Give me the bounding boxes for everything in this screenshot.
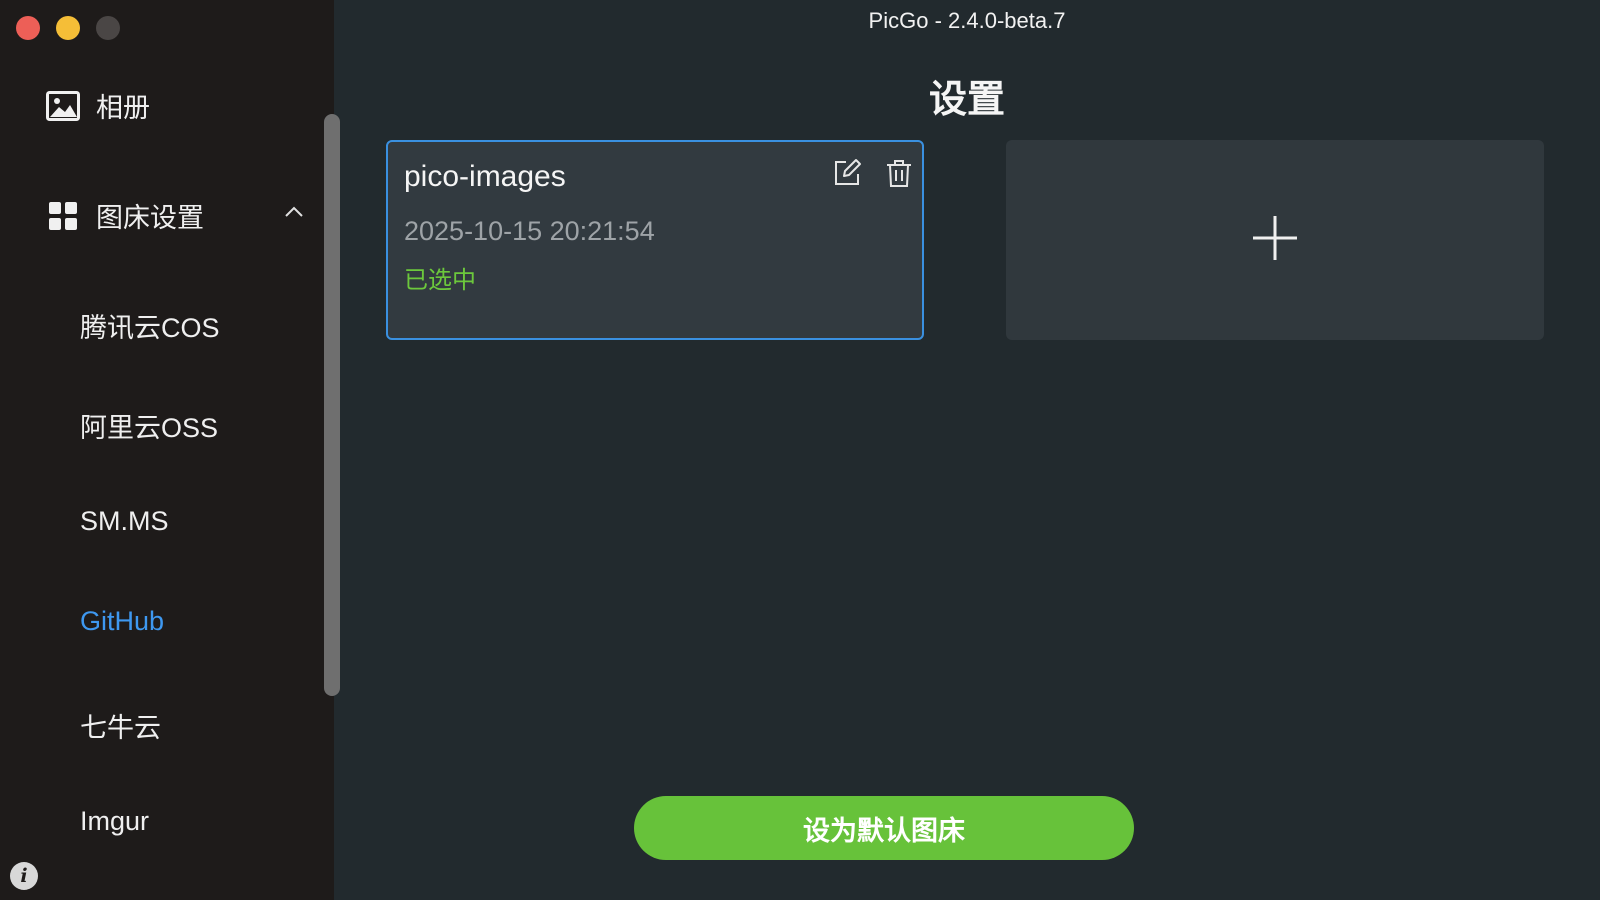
chevron-up-icon[interactable]	[282, 200, 306, 224]
window-maximize-button[interactable]	[96, 16, 120, 40]
config-card-date: 2025-10-15 20:21:54	[404, 216, 655, 246]
config-card-status: 已选中	[404, 266, 476, 294]
edit-icon[interactable]	[832, 158, 862, 188]
sidebar-scrollbar[interactable]	[324, 114, 340, 696]
nav-album-label: 相册	[96, 93, 150, 124]
trash-icon[interactable]	[884, 158, 914, 188]
window-close-button[interactable]	[16, 16, 40, 40]
add-config-card[interactable]	[1006, 140, 1544, 340]
nav-picbed-settings[interactable]: 图床设置	[46, 196, 306, 235]
page-title: 设置	[928, 77, 1005, 121]
sidebar: 相册 图床设置 腾讯云COS 阿里云OSS SM.MS GitHub 七牛云 I…	[0, 0, 340, 900]
sidebar-item-aliyun-oss[interactable]: 阿里云OSS	[80, 406, 218, 445]
plus-icon	[1251, 214, 1299, 266]
picgo-window: 相册 图床设置 腾讯云COS 阿里云OSS SM.MS GitHub 七牛云 I…	[0, 0, 1600, 900]
sidebar-item-github[interactable]: GitHub	[80, 606, 164, 637]
window-minimize-button[interactable]	[56, 16, 80, 40]
config-card-name: pico-images	[404, 160, 566, 193]
config-card-selected[interactable]: pico-images 2025-10-15 20:21:54 已选中	[386, 140, 924, 340]
sidebar-item-smms[interactable]: SM.MS	[80, 506, 169, 537]
sidebar-item-imgur[interactable]: Imgur	[80, 806, 149, 837]
nav-album[interactable]: 相册	[46, 86, 150, 125]
grid-icon	[46, 199, 80, 233]
set-default-picbed-button[interactable]: 设为默认图床	[634, 796, 1134, 860]
sidebar-item-qiniu[interactable]: 七牛云	[80, 706, 161, 745]
window-title: PicGo - 2.4.0-beta.7	[868, 8, 1066, 33]
info-icon[interactable]: i	[10, 862, 38, 890]
sidebar-item-tencent-cos[interactable]: 腾讯云COS	[80, 306, 220, 345]
nav-picbed-label: 图床设置	[96, 203, 204, 234]
image-icon	[46, 89, 80, 123]
